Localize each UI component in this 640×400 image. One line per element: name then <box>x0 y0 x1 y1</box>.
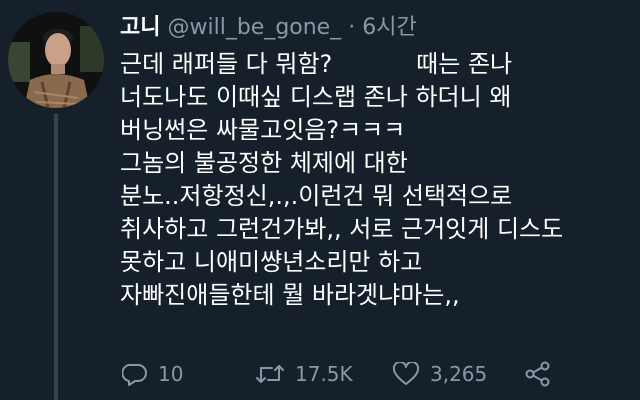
tweet-text-line: 그놈의 불공정한 체제에 대한 <box>120 149 408 177</box>
like-button[interactable]: 3,265 <box>392 356 487 392</box>
separator-dot: · <box>348 15 356 40</box>
avatar-photo <box>8 12 104 108</box>
thread-line <box>54 114 58 400</box>
tweet-actions: 10 17.5K 3,265 <box>120 356 630 392</box>
tweet-header: 고니 @will_be_gone_ · 6시간 <box>120 14 417 42</box>
retweet-count: 17.5K <box>295 362 353 386</box>
tweet-text-line: 너도나도 이때싶 디스랩 존나 하더니 왜 <box>120 83 512 111</box>
tweet-text-line: 버닝썬은 싸물고잇음?ㅋㅋㅋ <box>120 116 406 144</box>
display-name[interactable]: 고니 <box>120 15 160 40</box>
avatar[interactable] <box>8 12 104 108</box>
heart-icon <box>392 362 420 385</box>
tweet-timestamp[interactable]: 6시간 <box>362 15 416 40</box>
share-button[interactable] <box>524 356 552 392</box>
reply-count: 10 <box>158 362 184 386</box>
tweet-text-line: 취사하고 그런건가봐,, 서로 근거잇게 디스도 <box>120 215 564 243</box>
tweet-text-line: 못하고 니애미썅년소리만 하고 <box>120 248 423 276</box>
reply-button[interactable]: 10 <box>122 356 183 392</box>
tweet-text-line: 분노..저항정신,.,.이런건 뭐 선택적으로 <box>120 182 513 210</box>
tweet-text-line: 자빠진애들한테 뭘 바라겟냐마는,, <box>120 281 460 309</box>
like-count: 3,265 <box>430 362 488 386</box>
retweet-icon <box>256 365 284 383</box>
tweet-text-line: 근데 래퍼들 다 뭐함? 때는 존나 <box>120 50 513 78</box>
reply-icon <box>122 363 147 386</box>
user-handle[interactable]: @will_be_gone_ <box>167 15 341 40</box>
share-icon <box>525 361 550 387</box>
tweet-text: 근데 래퍼들 다 뭐함? 때는 존나 너도나도 이때싶 디스랩 존나 하더니 왜… <box>120 48 625 312</box>
retweet-button[interactable]: 17.5K <box>255 356 353 392</box>
